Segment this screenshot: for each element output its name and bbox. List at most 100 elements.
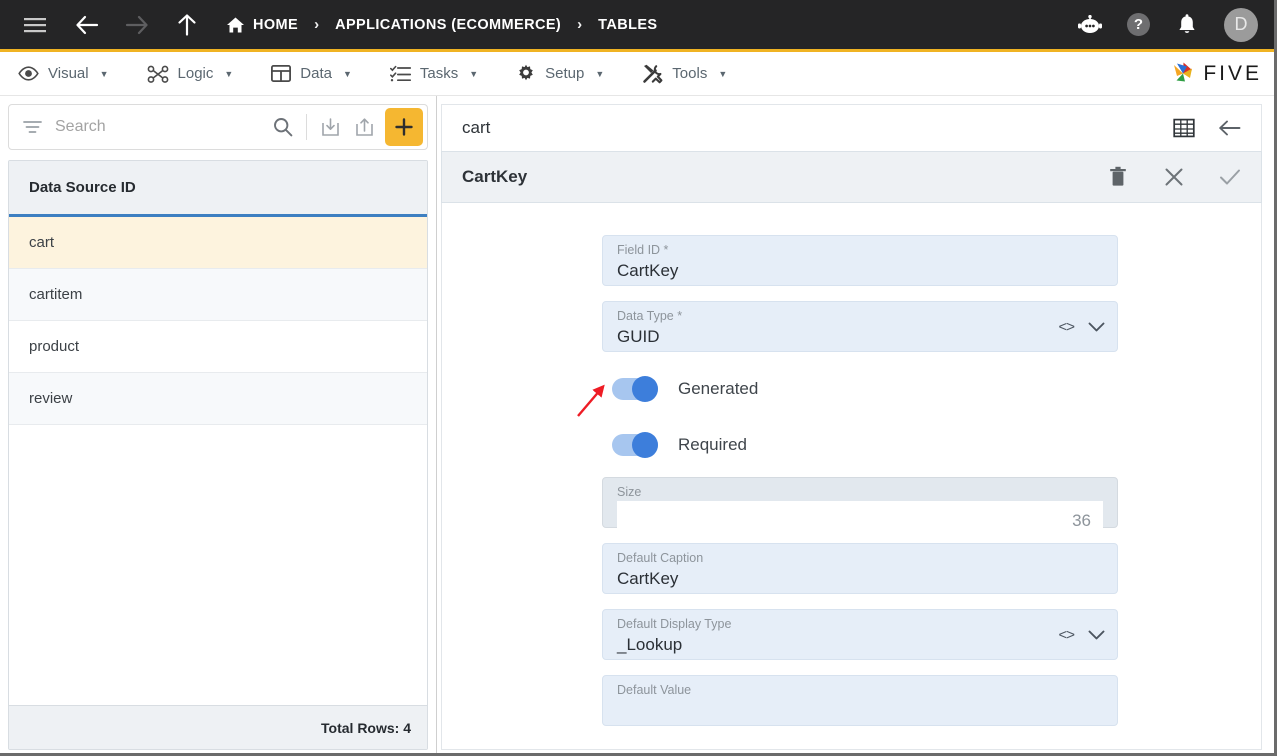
module-menu-bar: Visual ▼ Logic ▼ [0,52,1274,96]
row-label: product [29,338,79,355]
filter-icon[interactable] [19,110,45,144]
avatar[interactable]: D [1224,8,1258,42]
tools-icon [642,64,663,84]
table-icon [271,65,291,82]
chevron-down-icon[interactable] [1088,629,1105,640]
breadcrumb-item-tables[interactable]: TABLES [598,17,657,33]
generated-toggle[interactable] [612,378,658,400]
default-caption-input[interactable]: Default Caption CartKey [602,543,1118,594]
form-fields: Field ID * CartKey Data Type * GUID <> [602,235,1118,726]
code-icon[interactable]: <> [1058,626,1074,643]
arrow-up-icon[interactable] [170,8,204,42]
five-pinwheel-icon [1168,60,1198,87]
table-grid-icon[interactable] [1167,111,1201,145]
grid-rows: cart cartitem product review [9,217,427,705]
chevron-down-icon: ▼ [718,69,727,79]
field-editor-header: CartKey [441,151,1262,203]
menu-data[interactable]: Data ▼ [271,65,352,82]
arrow-left-icon[interactable] [1213,111,1247,145]
code-icon[interactable]: <> [1058,318,1074,335]
chevron-down-icon: ▼ [343,69,352,79]
arrow-left-icon[interactable] [70,8,104,42]
main-body: Data Source ID cart cartitem product rev… [0,96,1274,756]
gear-icon [516,64,536,84]
help-glyph: ? [1134,17,1143,32]
menu-logic[interactable]: Logic ▼ [147,65,234,83]
search-input[interactable] [45,118,266,136]
add-button[interactable] [385,108,423,146]
top-navigation-bar: HOME › APPLICATIONS (ECOMMERCE) › TABLES [0,0,1274,52]
field-editor-actions [1101,160,1247,194]
page-title: cart [462,118,490,138]
breadcrumb-separator: › [577,16,582,33]
generated-toggle-row: Generated [612,367,1118,411]
breadcrumb-separator: › [314,16,319,33]
size-input: Size 36 [602,477,1118,528]
breadcrumb-item-applications[interactable]: APPLICATIONS (ECOMMERCE) [335,17,561,33]
chevron-down-icon[interactable] [1088,321,1105,332]
logic-nodes-icon [147,65,169,83]
arrow-right-icon[interactable] [120,8,154,42]
toggle-label: Generated [678,379,758,399]
menu-label: Data [300,65,332,82]
divider [306,114,307,140]
eye-icon [18,66,39,81]
help-icon[interactable]: ? [1127,13,1150,36]
table-row[interactable]: cartitem [9,269,427,321]
toggle-label: Required [678,435,747,455]
menu-setup[interactable]: Setup ▼ [516,64,604,84]
grid-header: Data Source ID [9,161,427,217]
table-header: cart [441,104,1262,151]
trash-icon[interactable] [1101,160,1135,194]
data-type-select[interactable]: Data Type * GUID <> [602,301,1118,352]
field-label: Default Value [617,683,1103,698]
chevron-down-icon: ▼ [595,69,604,79]
topbar-actions: ? D [1073,8,1258,42]
home-icon [226,16,245,34]
menu-visual[interactable]: Visual ▼ [18,65,109,82]
toggle-knob [632,376,658,402]
menu-tools[interactable]: Tools ▼ [642,64,727,84]
row-label: cartitem [29,286,82,303]
default-value-input[interactable]: Default Value [602,675,1118,726]
five-logo: FIVE [1168,60,1262,87]
chevron-down-icon: ▼ [224,69,233,79]
table-row[interactable]: product [9,321,427,373]
search-icon[interactable] [266,110,300,144]
required-toggle[interactable] [612,434,658,456]
menu-tasks[interactable]: Tasks ▼ [390,65,478,82]
required-toggle-row: Required [612,423,1118,467]
chevron-down-icon: ▼ [100,69,109,79]
field-id-input[interactable]: Field ID * CartKey [602,235,1118,286]
check-icon[interactable] [1213,160,1247,194]
hamburger-icon[interactable] [18,8,52,42]
field-properties-form: Field ID * CartKey Data Type * GUID <> [441,203,1262,750]
import-icon[interactable] [313,110,347,144]
menu-label: Setup [545,65,584,82]
breadcrumb-label: HOME [253,17,298,33]
brand-text: FIVE [1203,62,1262,86]
breadcrumb-label: TABLES [598,17,657,33]
menu-label: Visual [48,65,89,82]
field-value: CartKey [617,567,1103,591]
table-row[interactable]: cart [9,217,427,269]
close-x-icon[interactable] [1157,160,1191,194]
menu-label: Tools [672,65,707,82]
field-label: Default Display Type [617,617,1103,632]
table-header-actions [1167,111,1247,145]
breadcrumb-label: APPLICATIONS (ECOMMERCE) [335,17,561,33]
field-label: Data Type * [617,309,1103,324]
table-row[interactable]: review [9,373,427,425]
bell-icon[interactable] [1170,8,1204,42]
row-label: cart [29,234,54,251]
column-header-data-source-id[interactable]: Data Source ID [29,179,136,196]
row-label: review [29,390,72,407]
toggle-knob [632,432,658,458]
breadcrumb-item-home[interactable]: HOME [226,16,298,34]
export-icon[interactable] [347,110,381,144]
avatar-initial: D [1235,14,1248,35]
default-display-type-select[interactable]: Default Display Type _Lookup <> [602,609,1118,660]
robot-chat-icon[interactable] [1073,8,1107,42]
data-sources-grid: Data Source ID cart cartitem product rev… [8,160,428,750]
total-rows-label: Total Rows: 4 [9,705,427,749]
